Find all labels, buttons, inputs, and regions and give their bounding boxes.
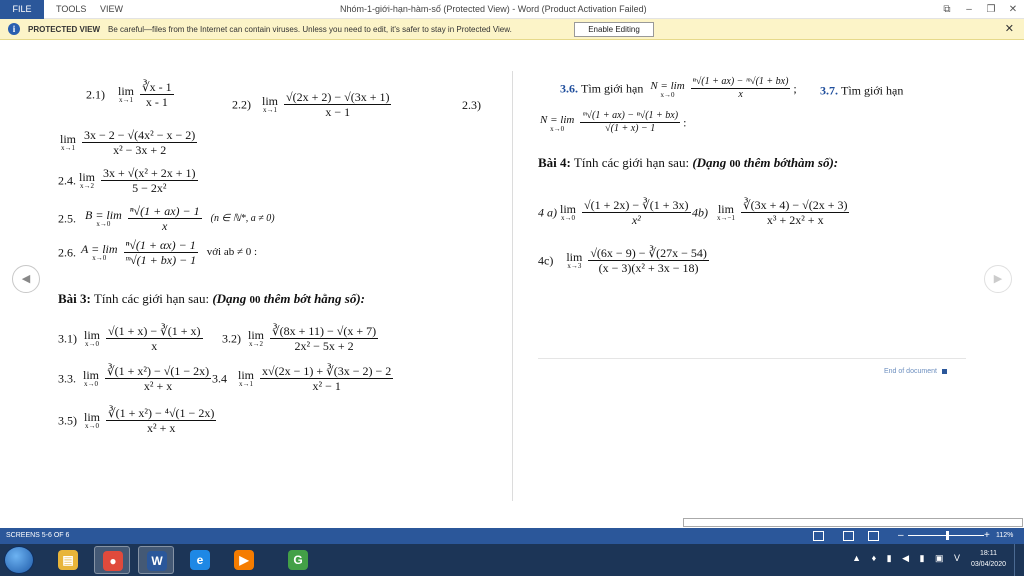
document-area[interactable]: 2.1) lim x→1 ∛x - 1x - 1 2.2) lim x→1 √(2x… [0,41,1024,527]
ie-icon: e [190,550,210,570]
taskbar-word[interactable]: W [138,546,174,574]
menu-file[interactable]: FILE [0,0,44,19]
word-icon: W [147,551,167,571]
exercise-2-4: 2.4. lim x→2 3x + √(x² + 2x + 1) 5 − 2x² [58,166,198,195]
section-bai-4-heading: Bài 4: Tính các giới hạn sau: (Dạng 00 t… [538,155,839,171]
title-bar: FILE TOOLS VIEW Nhóm-1-giới-hạn-hàm-số (… [0,0,1024,19]
ribbon-display-options-icon[interactable]: ⧉ [936,0,958,19]
taskbar-greenshot[interactable]: G [280,546,316,574]
read-mode-icon[interactable] [813,531,824,541]
exercise-3-7-header: 3.7. Tìm giới hạn [820,83,904,98]
exercise-3-7: N = lim x→0 ᵐ√(1 + ax) − ⁿ√(1 + bx) √(1 + … [540,110,687,134]
screen-counter: SCREENS 5-6 OF 6 [6,532,70,539]
clock-date: 03/04/2020 [970,561,1006,568]
exercise-4c: 4c) lim x→3 √(6x − 9) − ∛(27x − 54) (x − 3… [538,246,709,275]
exercise-2-6: 2.6. A = lim x→0 ⁿ√(1 + αx) − 1 ᵐ√(1 + bx)… [58,238,258,267]
end-separator [538,358,966,359]
zoom-level[interactable]: 112% [996,528,1013,544]
greenshot-icon: G [288,550,308,570]
enable-editing-button[interactable]: Enable Editing [574,22,654,37]
protected-view-bar: i PROTECTED VIEW Be careful—files from t… [0,19,1024,40]
system-tray[interactable]: ▲ ♦ ▮ ◀ ▮ ▣ V [852,553,964,564]
show-desktop-button[interactable] [1014,544,1024,576]
exercise-2-3: lim x→1 3x − 2 − √(4x² − x − 2) x² − 3x + … [60,128,198,157]
protected-view-title: PROTECTED VIEW [28,25,101,34]
end-of-document: End of document [884,368,947,375]
zoom-in-button[interactable]: + [984,528,990,544]
exercise-2-1: 2.1) lim x→1 ∛x - 1x - 1 [86,80,174,109]
status-bar: SCREENS 5-6 OF 6 – + 112% [0,528,1024,544]
exercise-3-3: 3.3. lim x→0 ∛(1 + x²) − √(1 − 2x) x² + x [58,364,212,393]
menu-view[interactable]: VIEW [100,0,123,19]
taskbar-media-player[interactable]: ▶ [226,546,262,574]
close-button[interactable]: ✕ [1002,0,1024,19]
folder-icon: ▤ [58,550,78,570]
taskbar-file-explorer[interactable]: ▤ [50,546,86,574]
exercise-4b: 4b) lim x→−1 ∛(3x + 4) − √(2x + 3) x³ + 2x… [692,198,850,227]
info-icon: i [8,23,20,35]
chrome-icon: ● [103,551,123,571]
zoom-slider-thumb[interactable] [946,531,950,540]
exercise-4a: 4 a) lim x→0 √(1 + 2x) − ∛(1 + 3x) x² [538,198,691,227]
clock-time: 18:11 [979,550,997,557]
word-window: FILE TOOLS VIEW Nhóm-1-giới-hạn-hàm-số (… [0,0,1024,576]
zoom-out-button[interactable]: – [898,528,904,544]
media-player-icon: ▶ [234,550,254,570]
menu-tools[interactable]: TOOLS [56,0,86,19]
page-divider [512,71,513,501]
taskbar-chrome[interactable]: ● [94,546,130,574]
previous-page-button[interactable]: ◀ [12,265,40,293]
end-marker-icon [941,369,947,374]
next-page-button[interactable]: ▶ [984,265,1012,293]
exercise-2-3-label: 2.3) [462,98,481,112]
start-button[interactable] [4,546,34,574]
document-title: Nhóm-1-giới-hạn-hàm-số (Protected View) … [340,4,647,14]
clock[interactable]: 18:11 03/04/2020 [971,548,1006,570]
print-layout-icon[interactable] [843,531,854,541]
close-protected-bar-icon[interactable]: ✕ [1005,19,1014,40]
exercise-3-5: 3.5) lim x→0 ∛(1 + x²) − ⁴√(1 − 2x) x² + x [58,406,217,435]
exercise-2-2: 2.2) lim x→1 √(2x + 2) − √(3x + 1) x − 1 [232,90,392,119]
section-bai-3-heading: Bài 3: Tính các giới hạn sau: (Dạng 00 t… [58,291,366,307]
minimize-button[interactable]: – [958,0,980,19]
horizontal-scrollbar[interactable] [683,518,1023,527]
protected-view-message: Be careful—files from the Internet can c… [108,25,512,34]
taskbar: ▤ ● W e ▶ G ▲ ♦ ▮ ◀ ▮ ▣ V 18:11 03/04/20… [0,544,1024,576]
restore-button[interactable]: ❐ [980,0,1002,19]
exercise-3-6: 3.6. Tìm giới hạn N = lim x→0 ⁿ√(1 + ax) … [560,76,797,100]
exercise-3-4: 3.4 lim x→1 x√(2x − 1) + ∛(3x − 2) − 2 x² … [212,364,394,393]
web-layout-icon[interactable] [868,531,879,541]
exercise-3-2: 3.2) lim x→2 ∛(8x + 11) − √(x + 7) 2x² − 5… [222,324,379,353]
exercise-3-1: 3.1) lim x→0 √(1 + x) − ∛(1 + x) x [58,324,203,353]
exercise-2-5: 2.5. B = lim x→0 ⁿ√(1 + ax) − 1x (n ∈ ℕ*,… [58,204,275,233]
taskbar-internet-explorer[interactable]: e [182,546,218,574]
